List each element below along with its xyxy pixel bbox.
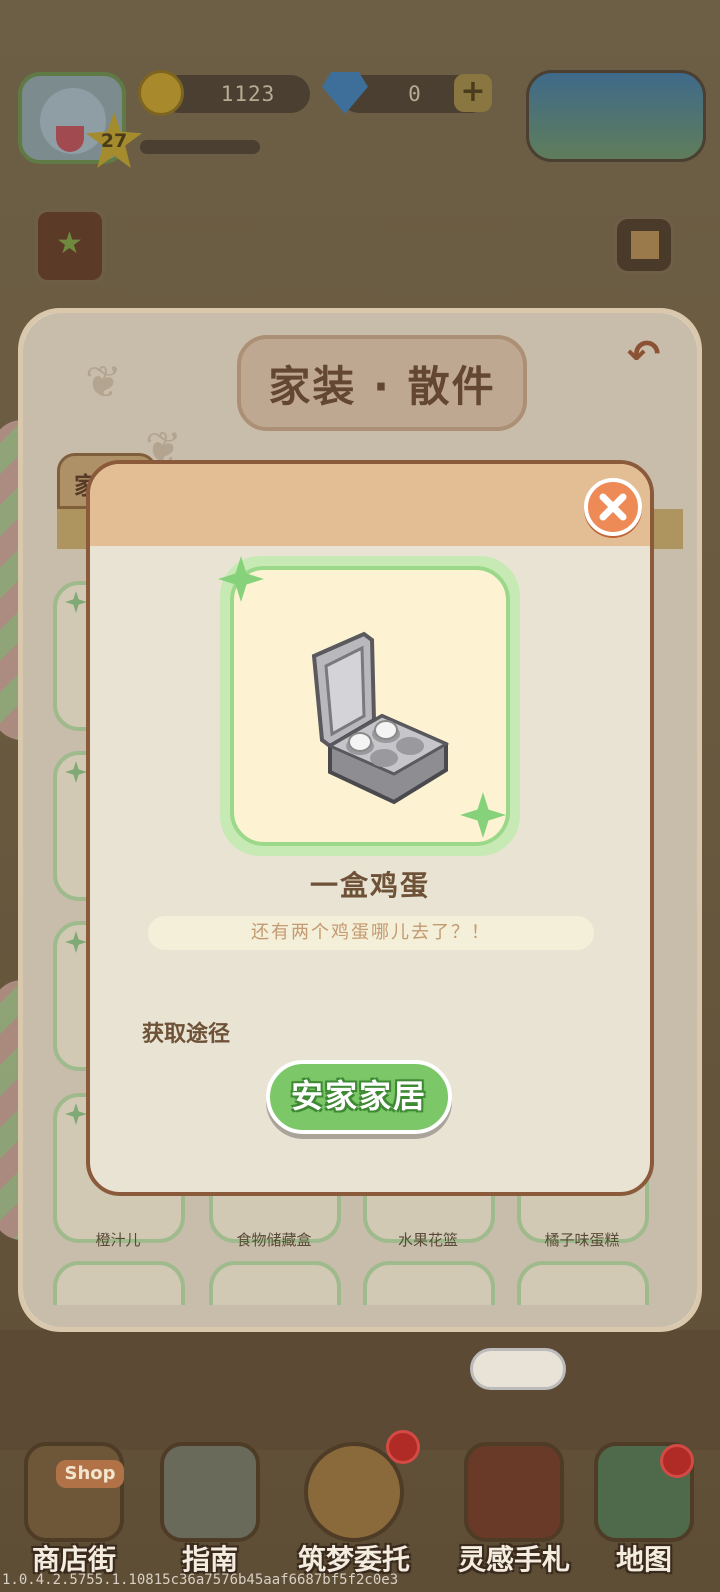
add-gems-button[interactable]: + — [454, 74, 492, 112]
gem-value: 0 — [408, 82, 422, 106]
handbook-icon[interactable] — [34, 208, 106, 284]
nav-shop-street[interactable]: Shop 商店街 — [14, 1436, 134, 1586]
item-image-frame — [218, 556, 520, 856]
item-detail-modal: 一盒鸡蛋 还有两个鸡蛋哪儿去了？！ 获取途径 安家家居 — [86, 460, 654, 1196]
acquisition-label: 获取途径 — [142, 1022, 231, 1047]
storage-box-icon[interactable] — [614, 216, 674, 274]
guide-book-icon — [160, 1442, 260, 1542]
shop-icon: Shop — [24, 1442, 124, 1542]
nav-inspiration[interactable]: 灵感手札 — [454, 1436, 574, 1586]
scene-ground — [0, 1330, 720, 1450]
modal-header — [90, 464, 650, 546]
item-name: 一盒鸡蛋 — [309, 869, 430, 902]
egg-carton-icon — [311, 631, 450, 805]
shop-sign: Shop — [56, 1460, 124, 1488]
version-string: 1.0.4.2.5755.1.10815c36a7576b45aaf6687bf… — [2, 1572, 399, 1588]
source-shop-button[interactable]: 安家家居 — [266, 1060, 452, 1134]
notification-dot — [660, 1444, 694, 1478]
inspiration-notebook-icon — [464, 1442, 564, 1542]
coin-icon — [138, 70, 184, 116]
bone-decoration — [470, 1348, 566, 1390]
item-image-inner — [230, 566, 510, 846]
area-thumbnail-button[interactable] — [526, 70, 706, 162]
experience-bar — [140, 140, 260, 154]
close-button[interactable] — [584, 478, 642, 536]
nav-label: 地图 — [615, 1543, 672, 1576]
nav-guide[interactable]: 指南 — [150, 1436, 270, 1586]
notification-dot — [386, 1430, 420, 1464]
coin-value: 1123 — [220, 82, 276, 106]
close-x-icon — [599, 493, 627, 521]
nav-label: 灵感手札 — [457, 1543, 570, 1576]
item-description: 还有两个鸡蛋哪儿去了？！ — [148, 916, 594, 950]
